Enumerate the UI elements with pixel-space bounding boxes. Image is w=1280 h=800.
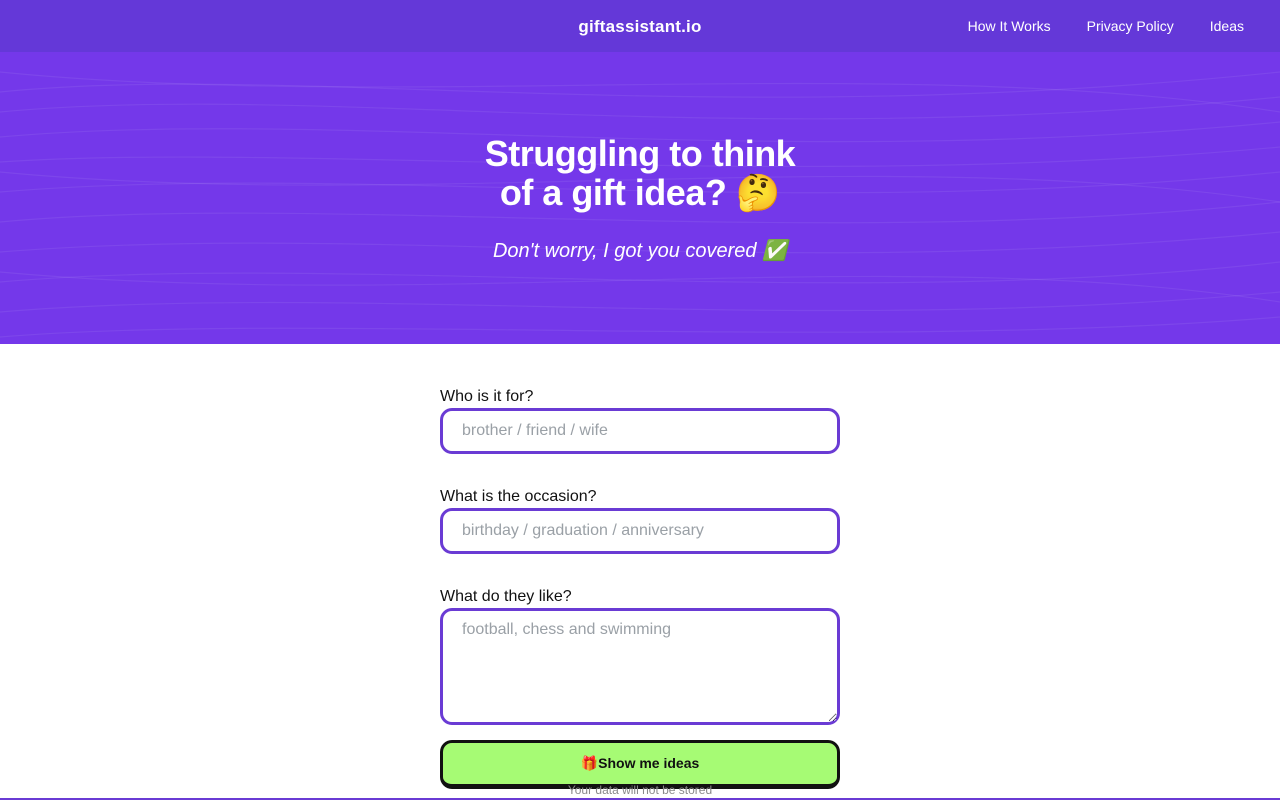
recipient-input[interactable] (440, 408, 840, 454)
occasion-label: What is the occasion? (440, 488, 597, 505)
top-navbar: giftassistant.io How It Works Privacy Po… (0, 0, 1280, 52)
nav-links: How It Works Privacy Policy Ideas (968, 0, 1244, 52)
hero-title: Struggling to think of a gift idea? 🤔 (0, 134, 1280, 212)
nav-link-privacy-policy[interactable]: Privacy Policy (1087, 18, 1174, 34)
interests-textarea[interactable] (440, 608, 840, 725)
hero-subtitle: Don't worry, I got you covered ✅ (492, 240, 788, 262)
interests-label: What do they like? (440, 588, 572, 605)
nav-link-how-it-works[interactable]: How It Works (968, 18, 1051, 34)
occasion-input[interactable] (440, 508, 840, 554)
hero-banner: Struggling to think of a gift idea? 🤔 Do… (0, 52, 1280, 344)
nav-link-ideas[interactable]: Ideas (1210, 18, 1244, 34)
hero-title-line-1: Struggling to think (484, 133, 796, 174)
hero-title-line-2: of a gift idea? 🤔 (499, 172, 781, 213)
recipient-label: Who is it for? (440, 388, 534, 405)
show-ideas-button[interactable]: 🎁Show me ideas (440, 740, 840, 789)
gift-form: Who is it for? What is the occasion? Wha… (440, 386, 840, 789)
privacy-note: Your data will not be stored (567, 783, 713, 797)
